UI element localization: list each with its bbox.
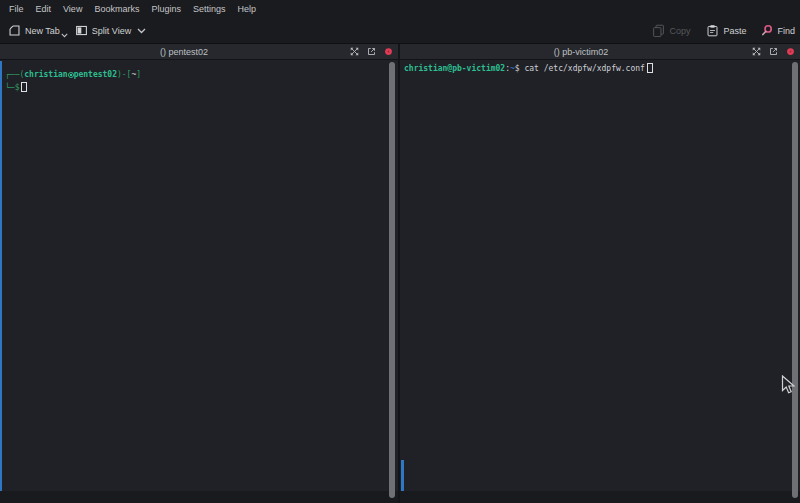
menu-settings[interactable]: Settings [187,2,232,16]
terminal-left-bottom-margin [0,491,398,503]
new-tab-button[interactable]: New Tab [8,24,68,38]
menu-help[interactable]: Help [231,2,262,16]
terminal-right-scrollbar[interactable] [792,62,798,498]
paste-label: Paste [723,26,746,36]
new-tab-icon [8,24,21,37]
terminal-right-text: christian@pb-victim02:~$ cat /etc/xdpfw/… [404,62,653,75]
split-view-label: Split View [92,26,131,36]
menu-file[interactable]: File [3,2,30,16]
split-view-icon [75,24,88,37]
terminal-left-text: ┌──(christianpentest02)-[~] └─$ [5,68,141,94]
pane-left-title: () pentest02 [9,47,359,57]
menubar: File Edit View Bookmarks Plugins Setting… [0,0,800,18]
new-tab-dropdown-caret-icon[interactable] [61,33,68,38]
menu-edit[interactable]: Edit [30,2,58,16]
split-view-chevron-icon [137,28,146,34]
copy-label: Copy [669,26,690,36]
pane-left-header[interactable]: () pentest02 [0,44,398,60]
detach-pane-icon[interactable] [367,47,376,56]
find-button[interactable]: Find [760,24,795,37]
terminal-right-bottom-margin [400,491,800,503]
terminal-right-accent-strip [401,460,404,491]
paste-button[interactable]: Paste [706,24,746,37]
terminal-left-scrollbar[interactable] [389,62,395,498]
new-tab-label: New Tab [25,26,60,36]
split-view-button[interactable]: Split View [75,24,146,37]
terminal-right-cursor [647,63,653,73]
paste-icon [706,24,719,37]
pane-right-title: () pb-victim02 [405,47,757,57]
terminal-left-cursor [21,82,27,92]
terminal-right[interactable]: christian@pb-victim02:~$ cat /etc/xdpfw/… [400,60,800,503]
find-icon [760,24,773,37]
terminal-left-accent-strip [0,61,2,491]
terminal-left[interactable]: ┌──(christianpentest02)-[~] └─$ [0,60,398,503]
menu-view[interactable]: View [57,2,88,16]
split-view-container: () pentest02 [0,44,800,503]
detach-pane-icon[interactable] [769,47,778,56]
terminal-pane-right[interactable]: () pb-victim02 [400,44,800,503]
copy-icon [652,24,665,37]
copy-button[interactable]: Copy [652,24,690,37]
pane-right-header[interactable]: () pb-victim02 [400,44,800,60]
toolbar: New Tab Split View Copy Paste [0,18,800,43]
find-label: Find [777,26,795,36]
mouse-cursor [781,375,795,395]
close-pane-icon[interactable] [384,47,393,56]
menu-bookmarks[interactable]: Bookmarks [88,2,145,16]
terminal-pane-left[interactable]: () pentest02 [0,44,398,503]
close-pane-icon[interactable] [786,47,795,56]
menu-plugins[interactable]: Plugins [145,2,187,16]
pane-right-header-icons [752,47,800,56]
